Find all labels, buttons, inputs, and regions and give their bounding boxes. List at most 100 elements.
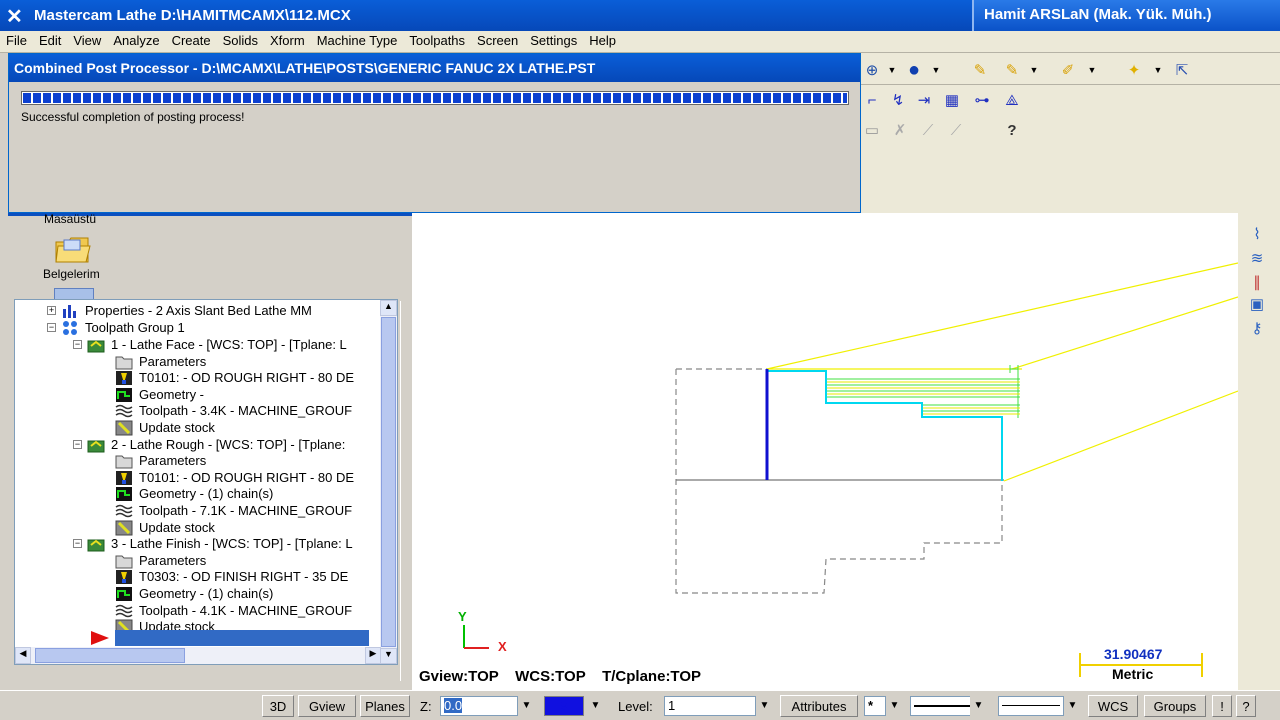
menu-edit[interactable]: Edit	[33, 31, 67, 51]
help-question-icon[interactable]: ?	[1001, 119, 1023, 141]
chevron-down-icon[interactable]: ▼	[1081, 59, 1103, 81]
lathe-face-icon[interactable]: ⇥	[913, 89, 935, 111]
tool-icon	[116, 569, 132, 584]
lathe-rough-icon[interactable]: ⌐	[861, 89, 883, 111]
tree-vertical-scrollbar[interactable]: ▲ ▼	[380, 300, 397, 664]
chevron-down-icon[interactable]: ▼	[1147, 59, 1169, 81]
tree-selected-row[interactable]	[115, 630, 369, 646]
planes-button[interactable]: Planes	[360, 695, 410, 717]
menu-screen[interactable]: Screen	[471, 31, 524, 51]
tree-toolpath[interactable]: Toolpath - 4.1K - MACHINE_GROUF	[115, 602, 352, 619]
menu-solids[interactable]: Solids	[217, 31, 264, 51]
scroll-thumb[interactable]	[381, 317, 396, 647]
line-style-select[interactable]	[910, 696, 978, 716]
chevron-down-icon[interactable]: ▼	[881, 59, 903, 81]
chevron-down-icon[interactable]: ▼	[886, 696, 903, 716]
tree-geometry[interactable]: Geometry -	[115, 386, 204, 403]
thread-icon[interactable]: ⟁	[1001, 89, 1023, 111]
menu-help[interactable]: Help	[583, 31, 622, 51]
tree-toolpath-group[interactable]: − Toolpath Group 1	[47, 319, 185, 336]
color-swatch[interactable]: 9	[544, 696, 584, 716]
menu-settings[interactable]: Settings	[524, 31, 583, 51]
save-icon[interactable]: ▣	[1246, 293, 1268, 315]
groups-button[interactable]: Groups	[1144, 695, 1206, 717]
scale-indicator: 31.90467 Metric	[1078, 645, 1204, 685]
tree-op-lathe-finish[interactable]: − 3 - Lathe Finish - [WCS: TOP] - [Tplane…	[73, 535, 353, 552]
attributes-button[interactable]: Attributes	[780, 695, 858, 717]
3d-button[interactable]: 3D	[262, 695, 294, 717]
tree-op-lathe-face[interactable]: − 1 - Lathe Face - [WCS: TOP] - [Tplane: …	[73, 336, 347, 353]
tree-properties[interactable]: + Properties - 2 Axis Slant Bed Lathe MM	[47, 302, 312, 319]
level-input[interactable]: 1	[664, 696, 756, 716]
menu-file[interactable]: File	[0, 31, 33, 51]
tree-parameters[interactable]: Parameters	[115, 353, 206, 370]
lathe-finish-icon[interactable]: ↯	[887, 89, 909, 111]
menu-view[interactable]: View	[67, 31, 107, 51]
chevron-down-icon[interactable]: ▼	[970, 696, 987, 716]
collapse-minus-icon[interactable]: −	[73, 340, 82, 349]
transform-icon[interactable]: ⇱	[1171, 59, 1193, 81]
exclaim-button[interactable]: !	[1212, 695, 1232, 717]
menu-machine-type[interactable]: Machine Type	[311, 31, 404, 51]
tree-geometry[interactable]: Geometry - (1) chain(s)	[115, 485, 273, 502]
chevron-down-icon[interactable]: ▼	[1064, 696, 1081, 716]
dimension-icon[interactable]: ✐	[1057, 59, 1079, 81]
z-label: Z:	[420, 699, 432, 714]
select-box-icon[interactable]: ▭	[861, 119, 883, 141]
tree-update-stock[interactable]: Update stock	[115, 519, 215, 536]
key-icon[interactable]: ⚷	[1246, 317, 1268, 339]
right-toolbar: ⌇ ≋ ∥ ▣ ⚷	[1238, 213, 1280, 690]
post-progress-bar	[21, 91, 849, 105]
line-width-select[interactable]	[998, 696, 1064, 716]
grid-icon[interactable]: ▦	[941, 89, 963, 111]
chevron-down-icon[interactable]: ▼	[518, 696, 535, 716]
chevron-down-icon[interactable]: ▼	[925, 59, 947, 81]
tree-op-lathe-rough[interactable]: − 2 - Lathe Rough - [WCS: TOP] - [Tplane:	[73, 436, 345, 453]
folder-label[interactable]: Belgelerim	[43, 267, 100, 281]
gview-button[interactable]: Gview	[298, 695, 356, 717]
folder-icon[interactable]	[54, 234, 92, 266]
surface-icon[interactable]: ⌇	[1246, 223, 1268, 245]
layers-icon[interactable]: ≋	[1246, 247, 1268, 269]
bars-icon[interactable]: ∥	[1246, 271, 1268, 293]
menu-xform[interactable]: Xform	[264, 31, 311, 51]
collapse-minus-icon[interactable]: −	[47, 323, 56, 332]
geometry-icon	[116, 387, 132, 402]
tree-tool[interactable]: T0101: - OD ROUGH RIGHT - 80 DE	[115, 469, 354, 486]
tree-tool[interactable]: T0101: - OD ROUGH RIGHT - 80 DE	[115, 369, 354, 386]
multi-pencil-icon[interactable]: ✎	[1001, 59, 1023, 81]
tree-horizontal-scrollbar[interactable]: ◀ ▶	[15, 647, 381, 664]
tree-update-stock[interactable]: Update stock	[115, 419, 215, 436]
menu-analyze[interactable]: Analyze	[107, 31, 165, 51]
tree-toolpath[interactable]: Toolpath - 7.1K - MACHINE_GROUF	[115, 502, 352, 519]
tree-op-lathe-face-label: 1 - Lathe Face - [WCS: TOP] - [Tplane: L	[111, 337, 347, 352]
chevron-down-icon[interactable]: ▼	[1023, 59, 1045, 81]
pencil-icon[interactable]: ✎	[969, 59, 991, 81]
hscroll-thumb[interactable]	[35, 648, 185, 663]
insert-arrow-icon[interactable]	[89, 630, 111, 646]
tree-toolpath[interactable]: Toolpath - 3.4K - MACHINE_GROUF	[115, 402, 352, 419]
z-depth-input[interactable]: 0.0	[440, 696, 518, 716]
drill-icon[interactable]: ⊶	[971, 89, 993, 111]
expand-plus-icon[interactable]: +	[47, 306, 56, 315]
tree-geometry[interactable]: Geometry - (1) chain(s)	[115, 585, 273, 602]
menu-toolpaths[interactable]: Toolpaths	[403, 31, 471, 51]
tree-tool[interactable]: T0303: - OD FINISH RIGHT - 35 DE	[115, 568, 348, 585]
collapse-minus-icon[interactable]: −	[73, 440, 82, 449]
menu-create[interactable]: Create	[166, 31, 217, 51]
tree-parameters[interactable]: Parameters	[115, 452, 206, 469]
point-style-select[interactable]: *	[864, 696, 886, 716]
chevron-down-icon[interactable]: ▼	[756, 696, 773, 716]
globe-wire-icon[interactable]: ⊕	[861, 59, 883, 81]
wcs-button[interactable]: WCS	[1088, 695, 1138, 717]
chevron-down-icon[interactable]: ▼	[587, 696, 604, 716]
light-bulb-icon[interactable]: ✦	[1123, 59, 1145, 81]
graphics-viewport[interactable]: Y X	[412, 213, 1239, 690]
pane-splitter[interactable]	[400, 301, 410, 681]
tree-parameters[interactable]: Parameters	[115, 552, 206, 569]
tree-parameters-label: Parameters	[139, 553, 207, 568]
help-button[interactable]: ?	[1236, 695, 1256, 717]
shaded-sphere-icon[interactable]: ●	[903, 59, 925, 81]
collapse-minus-icon[interactable]: −	[73, 539, 82, 548]
folder-icon	[115, 555, 133, 568]
